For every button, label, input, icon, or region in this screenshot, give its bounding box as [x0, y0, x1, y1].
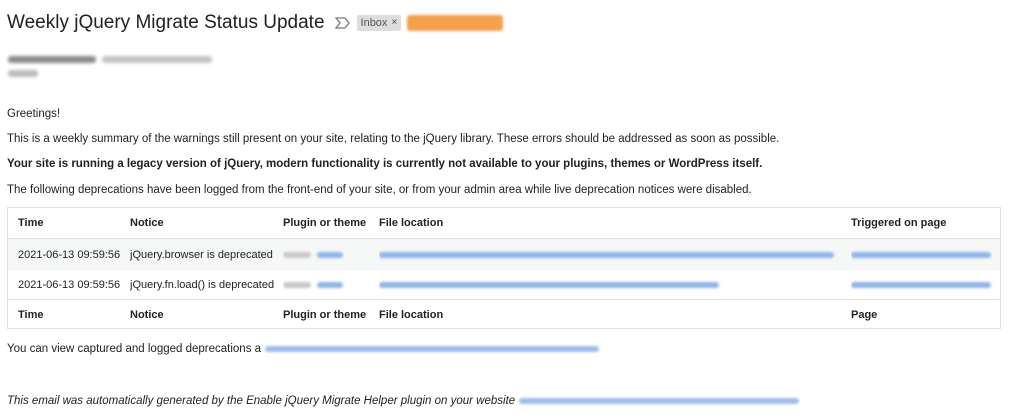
- logged-deprecations-link[interactable]: [265, 345, 600, 352]
- website-link[interactable]: [519, 397, 800, 404]
- legacy-notice-text: Your site is running a legacy version of…: [7, 158, 763, 170]
- email-view: Weekly jQuery Migrate Status Update Inbo…: [0, 0, 1024, 420]
- custom-label-chip[interactable]: [407, 15, 504, 31]
- footer-prefix: This email was automatically generated b…: [7, 395, 516, 407]
- header-triggered-page: Triggered on page: [851, 217, 947, 229]
- view-logged-prefix: You can view captured and logged depreca…: [7, 343, 262, 355]
- header-plugin: Plugin or theme: [283, 217, 367, 229]
- inbox-label-chip: Inbox ×: [356, 15, 402, 31]
- email-subject: Weekly jQuery Migrate Status Update: [7, 12, 325, 33]
- table-footer-row: Time Notice Plugin or theme File locatio…: [8, 299, 1000, 329]
- row-time: 2021-06-13 09:59:56: [18, 278, 121, 291]
- footer-notice: Notice: [130, 308, 164, 321]
- row-notice: jQuery.browser is deprecated: [130, 248, 273, 261]
- row-page: [851, 239, 1001, 270]
- plugin-type: [283, 251, 311, 258]
- table-row: 2021-06-13 09:59:56 jQuery.browser is de…: [8, 239, 1000, 270]
- deprecations-intro-text: The following deprecations have been log…: [7, 184, 752, 196]
- file-location-link[interactable]: [379, 281, 719, 288]
- subject-row: Weekly jQuery Migrate Status Update Inbo…: [7, 10, 504, 36]
- header-file-location: File location: [379, 217, 444, 229]
- plugin-type: [283, 281, 311, 288]
- plugin-link[interactable]: [317, 251, 343, 258]
- row-time: 2021-06-13 09:59:56: [18, 248, 121, 261]
- table-row: 2021-06-13 09:59:56 jQuery.fn.load() is …: [8, 270, 1000, 299]
- inbox-label-text: Inbox: [360, 17, 388, 29]
- footer-page: Page: [851, 308, 878, 321]
- table-header-row: Time Notice Plugin or theme File locatio…: [8, 208, 1000, 239]
- row-plugin: [283, 239, 375, 270]
- row-file-location: [379, 270, 849, 299]
- row-notice: jQuery.fn.load() is deprecated: [130, 278, 275, 291]
- page-link[interactable]: [851, 281, 991, 288]
- sender-name[interactable]: [8, 56, 96, 63]
- summary-text: This is a weekly summary of the warnings…: [7, 133, 780, 145]
- row-plugin: [283, 270, 375, 299]
- sender-email: [102, 56, 212, 63]
- recipient-line[interactable]: [8, 70, 38, 77]
- deprecations-table: Time Notice Plugin or theme File locatio…: [7, 207, 1001, 329]
- footer-plugin: Plugin or theme: [283, 308, 367, 321]
- file-location-link[interactable]: [379, 251, 834, 258]
- footer-file-location: File location: [379, 308, 444, 321]
- view-logged-text: You can view captured and logged depreca…: [7, 343, 600, 355]
- greeting-text: Greetings!: [7, 108, 61, 120]
- row-page: [851, 270, 1001, 299]
- header-notice: Notice: [130, 217, 164, 229]
- row-file-location: [379, 239, 849, 270]
- plugin-link[interactable]: [317, 281, 343, 288]
- remove-label-icon[interactable]: ×: [391, 15, 397, 31]
- header-time: Time: [18, 217, 44, 229]
- important-marker-icon[interactable]: [334, 16, 351, 30]
- page-link[interactable]: [851, 251, 991, 258]
- sender-info: [8, 56, 212, 77]
- footer-time: Time: [18, 308, 44, 321]
- footer-note: This email was automatically generated b…: [7, 395, 800, 407]
